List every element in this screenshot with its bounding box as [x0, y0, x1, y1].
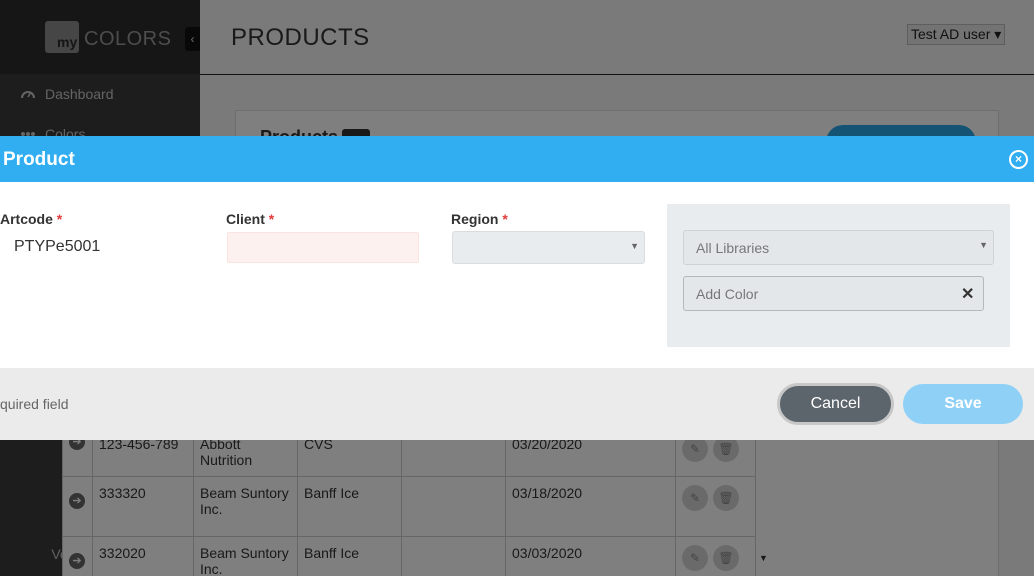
- required-asterisk: *: [502, 211, 508, 227]
- save-button[interactable]: Save: [903, 384, 1023, 424]
- modal-header: Product ×: [0, 136, 1034, 182]
- chevron-down-icon: ▼: [979, 240, 988, 250]
- region-label: Region *: [451, 211, 508, 227]
- modal-title: Product: [3, 149, 75, 170]
- product-modal: Product × Artcode * PTYPe5001 Client * R…: [0, 136, 1034, 440]
- clear-icon[interactable]: ✕: [961, 284, 974, 304]
- required-asterisk: *: [268, 211, 275, 227]
- library-select[interactable]: All Libraries ▼: [683, 230, 994, 265]
- add-color-input[interactable]: [683, 276, 984, 311]
- color-panel: All Libraries ▼ ✕: [667, 204, 1010, 347]
- client-label: Client *: [226, 211, 275, 227]
- modal-footer: quired field Cancel Save: [0, 368, 1034, 440]
- library-select-value: All Libraries: [696, 240, 770, 256]
- chevron-down-icon: ▼: [630, 241, 639, 251]
- close-icon[interactable]: ×: [1009, 150, 1028, 169]
- required-field-note: quired field: [0, 396, 69, 412]
- artcode-label: Artcode *: [0, 211, 63, 227]
- region-select[interactable]: ▼: [452, 231, 645, 264]
- cancel-button[interactable]: Cancel: [777, 383, 894, 425]
- required-asterisk: *: [56, 211, 63, 227]
- client-input[interactable]: [227, 232, 419, 263]
- artcode-value[interactable]: PTYPe5001: [14, 238, 100, 256]
